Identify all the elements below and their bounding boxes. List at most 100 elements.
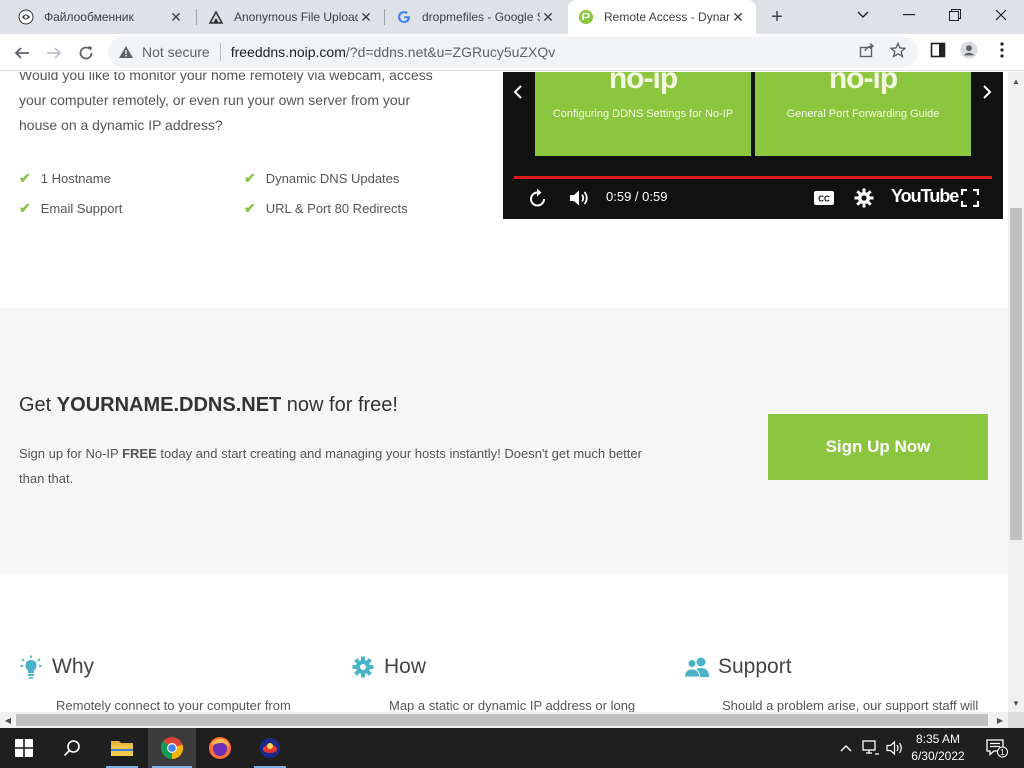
volume-icon[interactable] xyxy=(567,187,591,209)
feature-item: ✔ 1 Hostname xyxy=(19,170,111,187)
video-thumbnail[interactable]: no-ip Configuring DDNS Settings for No-I… xyxy=(535,72,751,156)
feature-label: URL & Port 80 Redirects xyxy=(265,201,408,216)
minimize-icon xyxy=(903,14,915,16)
why-title: Why xyxy=(52,655,94,678)
chevron-right-icon[interactable] xyxy=(982,85,992,104)
folder-icon xyxy=(111,741,133,756)
url-path[interactable]: /?d=ddns.net&u=ZGRucy5uZXQv xyxy=(346,44,555,60)
video-thumbnail-caption: General Port Forwarding Guide xyxy=(786,108,940,120)
close-icon[interactable]: ✕ xyxy=(168,9,184,25)
bookmark-star-icon[interactable] xyxy=(889,41,907,59)
support-text: Should a problem arise, our support staf… xyxy=(722,698,979,712)
arrow-left-icon xyxy=(14,47,29,59)
reload-button[interactable] xyxy=(72,39,100,67)
profile-avatar-icon[interactable] xyxy=(960,41,978,59)
close-window-button[interactable] xyxy=(978,0,1024,30)
more-menu-icon[interactable] xyxy=(993,41,1011,59)
side-panel-icon[interactable] xyxy=(929,41,947,59)
app-taskbar-button[interactable] xyxy=(246,728,294,768)
tab-fileshare[interactable]: Файлообменник ✕ xyxy=(8,0,194,34)
tab-divider xyxy=(196,9,197,25)
replay-icon[interactable] xyxy=(527,187,549,209)
new-tab-button[interactable]: + xyxy=(766,6,788,28)
minimize-button[interactable] xyxy=(886,0,932,30)
tab-title: Remote Access - Dynamic DNS xyxy=(604,10,730,24)
feature-item: ✔ Email Support xyxy=(19,200,122,217)
horizontal-scrollbar[interactable]: ◀ ▶ xyxy=(0,712,1008,728)
restore-icon xyxy=(949,9,961,21)
tab-anonymous-upload[interactable]: Anonymous File Upload ✕ xyxy=(198,0,384,34)
vertical-scroll-thumb[interactable] xyxy=(1010,208,1022,540)
vertical-scrollbar[interactable]: ▲ ▼ xyxy=(1008,72,1024,712)
feature-label: 1 Hostname xyxy=(40,171,111,186)
tab-search-button[interactable] xyxy=(840,0,886,30)
tab-remote-access[interactable]: Remote Access - Dynamic DNS ✕ xyxy=(568,0,756,34)
noip-logo: no-ip xyxy=(608,72,678,95)
video-time: 0:59 / 0:59 xyxy=(606,189,668,204)
file-explorer-button[interactable] xyxy=(98,728,146,768)
horizontal-scroll-thumb[interactable] xyxy=(16,714,988,726)
restore-button[interactable] xyxy=(932,0,978,30)
firefox-taskbar-button[interactable] xyxy=(196,728,244,768)
eye-icon xyxy=(18,9,34,25)
security-label[interactable]: Not secure xyxy=(142,44,210,60)
windows-logo-icon xyxy=(15,739,33,757)
checkmark-icon: ✔ xyxy=(244,200,256,216)
intro-paragraph: Would you like to monitor your home remo… xyxy=(19,72,433,133)
video-thumbnail-caption: Configuring DDNS Settings for No-IP xyxy=(552,108,734,120)
feature-item: ✔ Dynamic DNS Updates xyxy=(244,170,399,187)
clock-time: 8:35 AM xyxy=(915,732,961,746)
tab-title: Файлообменник xyxy=(44,10,134,24)
sign-up-button[interactable]: Sign Up Now xyxy=(768,414,988,480)
video-player[interactable]: no-ip Configuring DDNS Settings for No-I… xyxy=(503,72,1003,219)
feature-label: Email Support xyxy=(40,201,123,216)
scrollbar-corner xyxy=(1008,712,1024,728)
scroll-down-arrow-icon[interactable]: ▼ xyxy=(1008,696,1024,710)
search-icon xyxy=(63,740,80,757)
arrow-right-icon xyxy=(47,47,62,59)
start-button[interactable] xyxy=(0,728,48,768)
page-viewport: Would you like to monitor your home remo… xyxy=(0,72,1008,712)
scroll-right-arrow-icon[interactable]: ▶ xyxy=(993,712,1007,728)
url-host[interactable]: freeddns.noip.com xyxy=(231,44,346,60)
chevron-left-icon[interactable] xyxy=(513,85,523,104)
tab-title: dropmefiles - Google Search xyxy=(422,10,540,24)
users-icon xyxy=(684,654,710,680)
scroll-left-arrow-icon[interactable]: ◀ xyxy=(1,712,15,728)
why-heading: Why xyxy=(18,654,94,680)
back-button[interactable] xyxy=(8,39,36,67)
support-heading: Support xyxy=(684,654,792,680)
taskbar-clock[interactable]: 8:35 AM 6/30/2022 xyxy=(900,731,976,765)
reload-icon xyxy=(79,46,93,60)
chrome-icon xyxy=(160,737,184,760)
tab-divider xyxy=(384,9,385,25)
forward-button[interactable] xyxy=(40,39,68,67)
network-icon[interactable] xyxy=(860,728,882,768)
tab-google-search[interactable]: dropmefiles - Google Search ✕ xyxy=(386,0,566,34)
google-icon xyxy=(396,9,412,25)
scroll-up-arrow-icon[interactable]: ▲ xyxy=(1008,74,1024,88)
noip-icon xyxy=(578,9,594,25)
video-progress-bar[interactable] xyxy=(514,176,992,179)
firefox-icon xyxy=(209,737,231,759)
address-bar[interactable]: Not secure freeddns.noip.com /?d=ddns.ne… xyxy=(108,37,918,67)
signup-cta-section: Get YOURNAME.DDNS.NET now for free! Sign… xyxy=(0,308,1008,574)
notifications-button[interactable]: 1 xyxy=(980,728,1014,768)
chevron-down-icon xyxy=(857,11,869,18)
search-button[interactable] xyxy=(48,728,96,768)
share-icon[interactable] xyxy=(858,41,876,59)
close-icon[interactable]: ✕ xyxy=(730,9,746,25)
windows-taskbar: 8:35 AM 6/30/2022 1 xyxy=(0,728,1024,768)
fullscreen-icon[interactable] xyxy=(959,187,981,209)
warning-icon[interactable] xyxy=(118,44,134,60)
tab-title: Anonymous File Upload xyxy=(234,10,358,24)
chevron-up-icon[interactable] xyxy=(836,728,856,768)
lightbulb-icon xyxy=(18,654,44,680)
close-icon[interactable]: ✕ xyxy=(358,9,374,25)
closed-captions-icon[interactable]: CC xyxy=(812,187,836,209)
video-thumbnail[interactable]: no-ip General Port Forwarding Guide xyxy=(755,72,971,156)
close-icon[interactable]: ✕ xyxy=(540,9,556,25)
youtube-logo[interactable]: YouTube xyxy=(891,186,959,207)
chrome-taskbar-button[interactable] xyxy=(148,728,196,768)
settings-gear-icon[interactable] xyxy=(852,187,876,209)
